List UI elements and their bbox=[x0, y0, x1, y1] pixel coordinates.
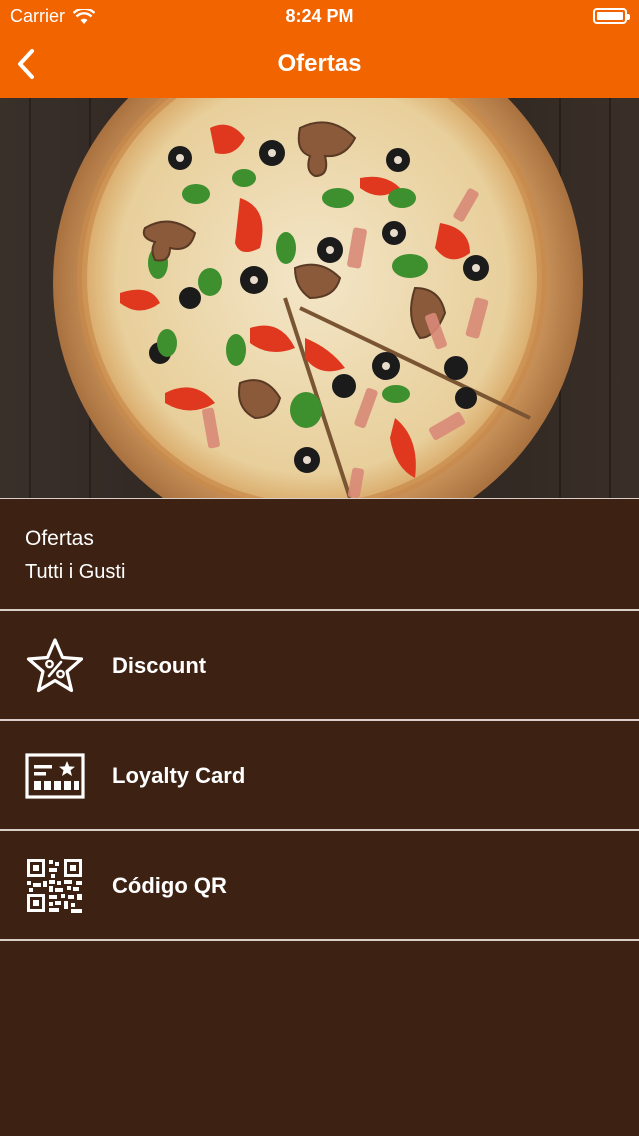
menu-item-label: Discount bbox=[112, 653, 207, 678]
section-title: Ofertas bbox=[25, 527, 94, 550]
status-bar: Carrier 8:24 PM bbox=[0, 0, 639, 32]
status-time: 8:24 PM bbox=[285, 6, 354, 26]
menu-item-discount[interactable]: Discount bbox=[0, 611, 639, 721]
menu-item-qr-code[interactable]: Código QR bbox=[0, 831, 639, 941]
hero-image bbox=[0, 98, 639, 498]
qr-code-icon bbox=[27, 859, 82, 913]
pizza-image bbox=[0, 98, 639, 498]
battery-icon bbox=[593, 8, 630, 24]
loyalty-card-icon bbox=[25, 753, 85, 799]
page-title: Ofertas bbox=[277, 50, 362, 77]
section-subtitle: Tutti i Gusti bbox=[25, 561, 126, 583]
offers-header: Ofertas Tutti i Gusti bbox=[0, 498, 639, 611]
menu-item-label: Loyalty Card bbox=[112, 763, 246, 788]
menu-item-label: Código QR bbox=[112, 873, 227, 898]
navigation-bar: Ofertas bbox=[0, 32, 639, 98]
menu-item-loyalty-card[interactable]: Loyalty Card bbox=[0, 721, 639, 831]
discount-star-icon bbox=[26, 638, 84, 693]
